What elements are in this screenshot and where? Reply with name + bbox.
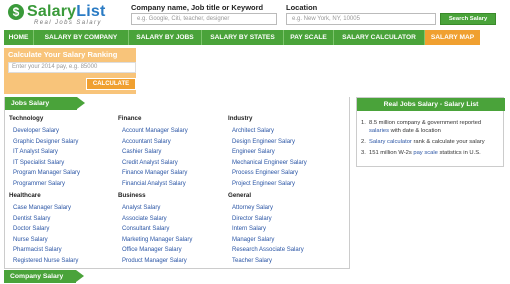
site-logo[interactable]: $ SalaryList Real Jobs Salary (8, 3, 128, 29)
info-text: 151 million W-2s (369, 150, 414, 156)
info-text: rank & calculate your salary (411, 139, 485, 145)
job-link[interactable]: Graphic Designer Salary (13, 139, 78, 145)
job-link[interactable]: Analyst Salary (122, 205, 160, 211)
job-link[interactable]: Program Manager Salary (13, 170, 80, 176)
job-link[interactable]: Design Engineer Salary (232, 139, 295, 145)
nav-salary-by-jobs[interactable]: SALARY BY JOBS (129, 30, 202, 45)
job-link[interactable]: Engineer Salary (232, 149, 275, 155)
job-link[interactable]: Director Salary (232, 216, 272, 222)
nav-pay-scale[interactable]: PAY SCALE (284, 30, 334, 45)
job-field-label: Company name, Job title or Keyword (131, 3, 264, 12)
info-item: 1. 8.5 million company & government repo… (361, 120, 501, 136)
info-item: 3. 151 million W-2s pay scale statistics… (361, 150, 501, 158)
job-link[interactable]: Finance Manager Salary (122, 170, 187, 176)
dollar-icon: $ (8, 4, 24, 20)
job-link[interactable]: Teacher Salary (232, 258, 272, 264)
job-link[interactable]: Account Manager Salary (122, 128, 188, 134)
job-link[interactable]: Intern Salary (232, 226, 266, 232)
job-link[interactable]: Cashier Salary (122, 149, 161, 155)
job-link[interactable]: Manager Salary (232, 237, 274, 243)
job-link[interactable]: Registered Nurse Salary (13, 258, 78, 264)
nav-salary-by-company[interactable]: SALARY BY COMPANY (34, 30, 129, 45)
info-text: statistics in U.S. (437, 150, 481, 156)
job-link[interactable]: IT Analyst Salary (13, 149, 58, 155)
jobs-salary-panel: Jobs Salary Technology Developer Salary … (4, 97, 350, 269)
calculator-title: Calculate Your Salary Ranking (8, 50, 118, 59)
real-jobs-salary-panel: Real Jobs Salary - Salary List 1. 8.5 mi… (356, 97, 505, 167)
logo-name-part1: Salary (27, 3, 77, 20)
category-heading: Finance (118, 115, 142, 122)
bullet: 3. (361, 150, 366, 156)
job-link[interactable]: Consultant Salary (122, 226, 169, 232)
header: $ SalaryList Real Jobs Salary Company na… (0, 0, 510, 30)
info-text: 8.5 million company & government reporte… (369, 120, 482, 126)
pay-scale-link[interactable]: pay scale (413, 150, 438, 156)
category-heading: Healthcare (9, 192, 41, 199)
logo-name-part2: List (76, 3, 106, 20)
category-heading: General (228, 192, 252, 199)
calculate-button[interactable]: CALCULATE (86, 78, 136, 90)
job-link[interactable]: Credit Analyst Salary (122, 160, 178, 166)
category-heading: Technology (9, 115, 44, 122)
job-link[interactable]: Financial Analyst Salary (122, 181, 186, 187)
job-link[interactable]: Architect Salary (232, 128, 274, 134)
nav-salary-map[interactable]: SALARY MAP (425, 30, 480, 45)
location-field-label: Location (286, 3, 318, 12)
job-link[interactable]: Marketing Manager Salary (122, 237, 192, 243)
job-link[interactable]: Office Manager Salary (122, 247, 182, 253)
job-link[interactable]: IT Specialist Salary (13, 160, 64, 166)
job-link[interactable]: Associate Salary (122, 216, 167, 222)
job-link[interactable]: Pharmacist Salary (13, 247, 62, 253)
job-link[interactable]: Developer Salary (13, 128, 59, 134)
job-link[interactable]: Programmer Salary (13, 181, 65, 187)
bullet: 1. (361, 120, 366, 126)
salary-calculator-box: Calculate Your Salary Ranking Enter your… (4, 48, 136, 94)
job-link[interactable]: Mechanical Engineer Salary (232, 160, 307, 166)
salary-calculator-link[interactable]: Salary calculator (369, 139, 412, 145)
info-item: 2. Salary calculator rank & calculate yo… (361, 139, 501, 147)
main-nav: HOME SALARY BY COMPANY SALARY BY JOBS SA… (4, 30, 480, 45)
jobs-salary-heading: Jobs Salary (5, 97, 85, 110)
category-heading: Business (118, 192, 146, 199)
job-link[interactable]: Project Engineer Salary (232, 181, 295, 187)
job-link[interactable]: Dentist Salary (13, 216, 50, 222)
nav-salary-by-states[interactable]: SALARY BY STATES (202, 30, 284, 45)
location-input[interactable]: e.g. New York, NY, 10005 (286, 13, 436, 25)
logo-tagline: Real Jobs Salary (34, 20, 102, 26)
nav-home[interactable]: HOME (4, 30, 34, 45)
logo-name: SalaryList (27, 3, 106, 21)
info-text: with date & location (388, 127, 441, 134)
category-heading: Industry (228, 115, 253, 122)
job-link[interactable]: Doctor Salary (13, 226, 49, 232)
job-link[interactable]: Product Manager Salary (122, 258, 187, 264)
search-salary-button[interactable]: Search Salary (440, 13, 496, 25)
job-link[interactable]: Research Associate Salary (232, 247, 304, 253)
salary-pay-input[interactable]: Enter your 2014 pay, e.g. 85000 (8, 62, 136, 73)
job-link[interactable]: Process Engineer Salary (232, 170, 298, 176)
job-link[interactable]: Nurse Salary (13, 237, 48, 243)
company-salary-heading: Company Salary (4, 270, 84, 283)
job-search-input[interactable]: e.g. Google, Citi, teacher, designer (131, 13, 277, 25)
salaries-link[interactable]: salaries (369, 128, 389, 134)
job-link[interactable]: Accountant Salary (122, 139, 171, 145)
bullet: 2. (361, 139, 366, 145)
job-link[interactable]: Case Manager Salary (13, 205, 71, 211)
job-link[interactable]: Attorney Salary (232, 205, 273, 211)
real-jobs-heading: Real Jobs Salary - Salary List (357, 98, 505, 111)
nav-salary-calculator[interactable]: SALARY CALCULATOR (334, 30, 425, 45)
